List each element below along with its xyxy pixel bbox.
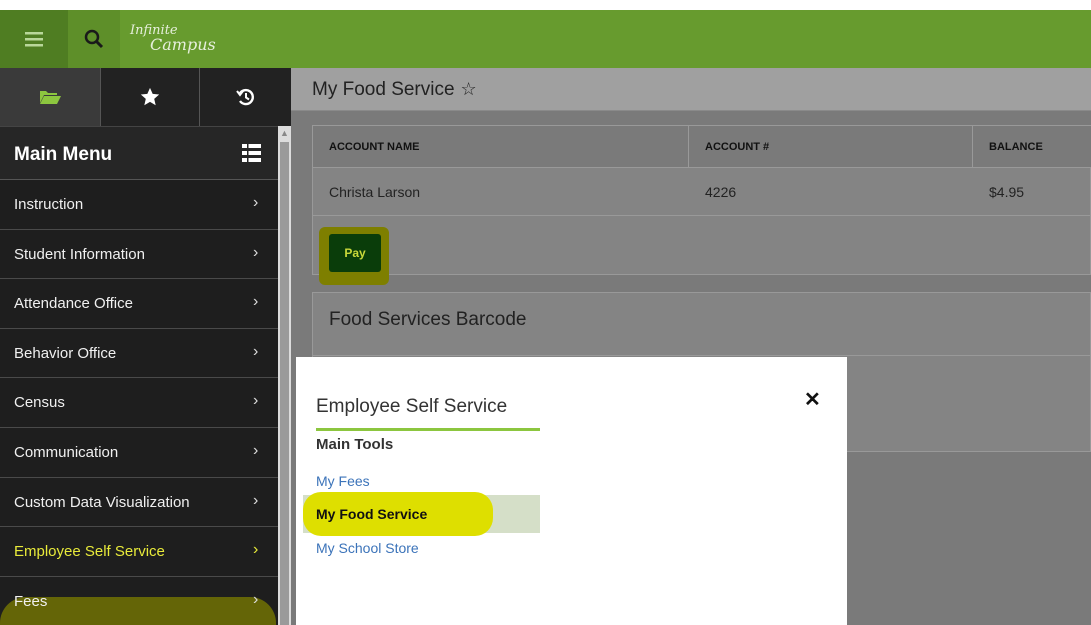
sidebar-item-label: Communication [14,443,119,461]
employee-self-service-flyout: Employee Self Service ✕ Main Tools My Fe… [296,357,847,625]
logo-line-2: Campus [150,35,216,54]
page-title: My Food Service ☆ [312,79,477,101]
cell-account-number: 4226 [705,184,737,200]
sidebar-item-label: Employee Self Service [14,543,165,561]
column-header-balance[interactable]: BALANCE [989,141,1043,153]
sidebar-tabs [0,68,291,126]
chevron-right-icon: › [253,194,259,211]
favorite-star-icon[interactable]: ☆ [461,79,477,99]
sidebar-item-label: Fees [14,592,48,610]
sidebar-item-label: Custom Data Visualization [14,493,190,511]
column-header-account-number[interactable]: ACCOUNT # [705,141,769,153]
tab-history[interactable] [200,68,291,126]
cell-balance: $4.95 [989,184,1025,200]
scroll-up-arrow-icon[interactable]: ▲ [280,128,289,138]
sidebar-item-label: Census [14,394,65,412]
sidebar-item-communication[interactable]: Communication › [0,428,278,478]
sidebar-item-instruction[interactable]: Instruction › [0,180,278,230]
scrollbar-thumb[interactable] [280,142,289,625]
chevron-right-icon: › [253,541,259,559]
column-header-account-name[interactable]: ACCOUNT NAME [329,141,419,153]
sidebar-item-label: Student Information [14,245,145,263]
page-title-text: My Food Service [312,79,455,100]
column-divider [972,126,973,168]
page-header: My Food Service ☆ [291,68,1091,111]
column-divider [688,126,689,168]
account-card: ACCOUNT NAME ACCOUNT # BALANCE Christa L… [312,125,1091,285]
history-icon [235,88,254,106]
sidebar-item-student-information[interactable]: Student Information › [0,230,278,280]
chevron-right-icon: › [253,590,259,608]
search-button[interactable] [68,10,120,68]
star-icon [140,87,160,106]
chevron-right-icon: › [253,243,259,261]
link-my-fees[interactable]: My Fees [316,473,370,489]
search-icon [84,29,104,49]
infinite-campus-logo: Infinite Campus [130,24,216,54]
sidebar-item-label: Behavior Office [14,344,117,362]
sidebar-item-custom-data-visualization[interactable]: Custom Data Visualization › [0,478,278,528]
chevron-right-icon: › [253,392,259,410]
flyout-title: Employee Self Service [316,396,508,417]
link-my-school-store[interactable]: My School Store [316,540,419,556]
sidebar-item-employee-self-service[interactable]: Employee Self Service › [0,527,278,577]
table-row[interactable]: Christa Larson 4226 $4.95 [313,168,1091,216]
flyout-section-heading: Main Tools [316,436,394,453]
divider [313,355,1091,356]
sidebar: Main Menu Instruction › Student Informat… [0,68,291,625]
tab-folders[interactable] [0,68,101,126]
sidebar-item-fees[interactable]: Fees › [0,577,278,625]
hamburger-menu-button[interactable] [0,10,68,68]
sidebar-item-label: Attendance Office [14,295,133,313]
cell-account-name: Christa Larson [329,184,421,200]
sidebar-scrollbar[interactable]: ▲ [278,126,291,625]
flyout-title-underline [316,428,540,431]
top-bar: Infinite Campus [0,10,1091,68]
hamburger-menu-icon [25,32,43,47]
chevron-right-icon: › [253,293,259,311]
chevron-right-icon: › [253,441,259,459]
pay-button[interactable]: Pay [329,234,381,272]
list-view-icon[interactable] [242,144,261,162]
main-menu-header: Main Menu [0,126,278,180]
sidebar-item-behavior-office[interactable]: Behavior Office › [0,329,278,379]
main-menu-title: Main Menu [14,144,113,165]
tab-favorites[interactable] [101,68,200,126]
sidebar-item-census[interactable]: Census › [0,378,278,428]
account-table-header: ACCOUNT NAME ACCOUNT # BALANCE [313,126,1091,168]
chevron-right-icon: › [253,491,259,509]
sidebar-item-attendance-office[interactable]: Attendance Office › [0,279,278,329]
sidebar-item-label: Instruction [14,196,84,213]
close-icon[interactable]: ✕ [804,387,821,412]
folder-open-icon [40,91,61,104]
barcode-card-title: Food Services Barcode [329,309,527,330]
main-menu-list: Instruction › Student Information › Atte… [0,180,278,625]
link-my-food-service[interactable]: My Food Service [316,506,427,522]
chevron-right-icon: › [253,342,259,360]
